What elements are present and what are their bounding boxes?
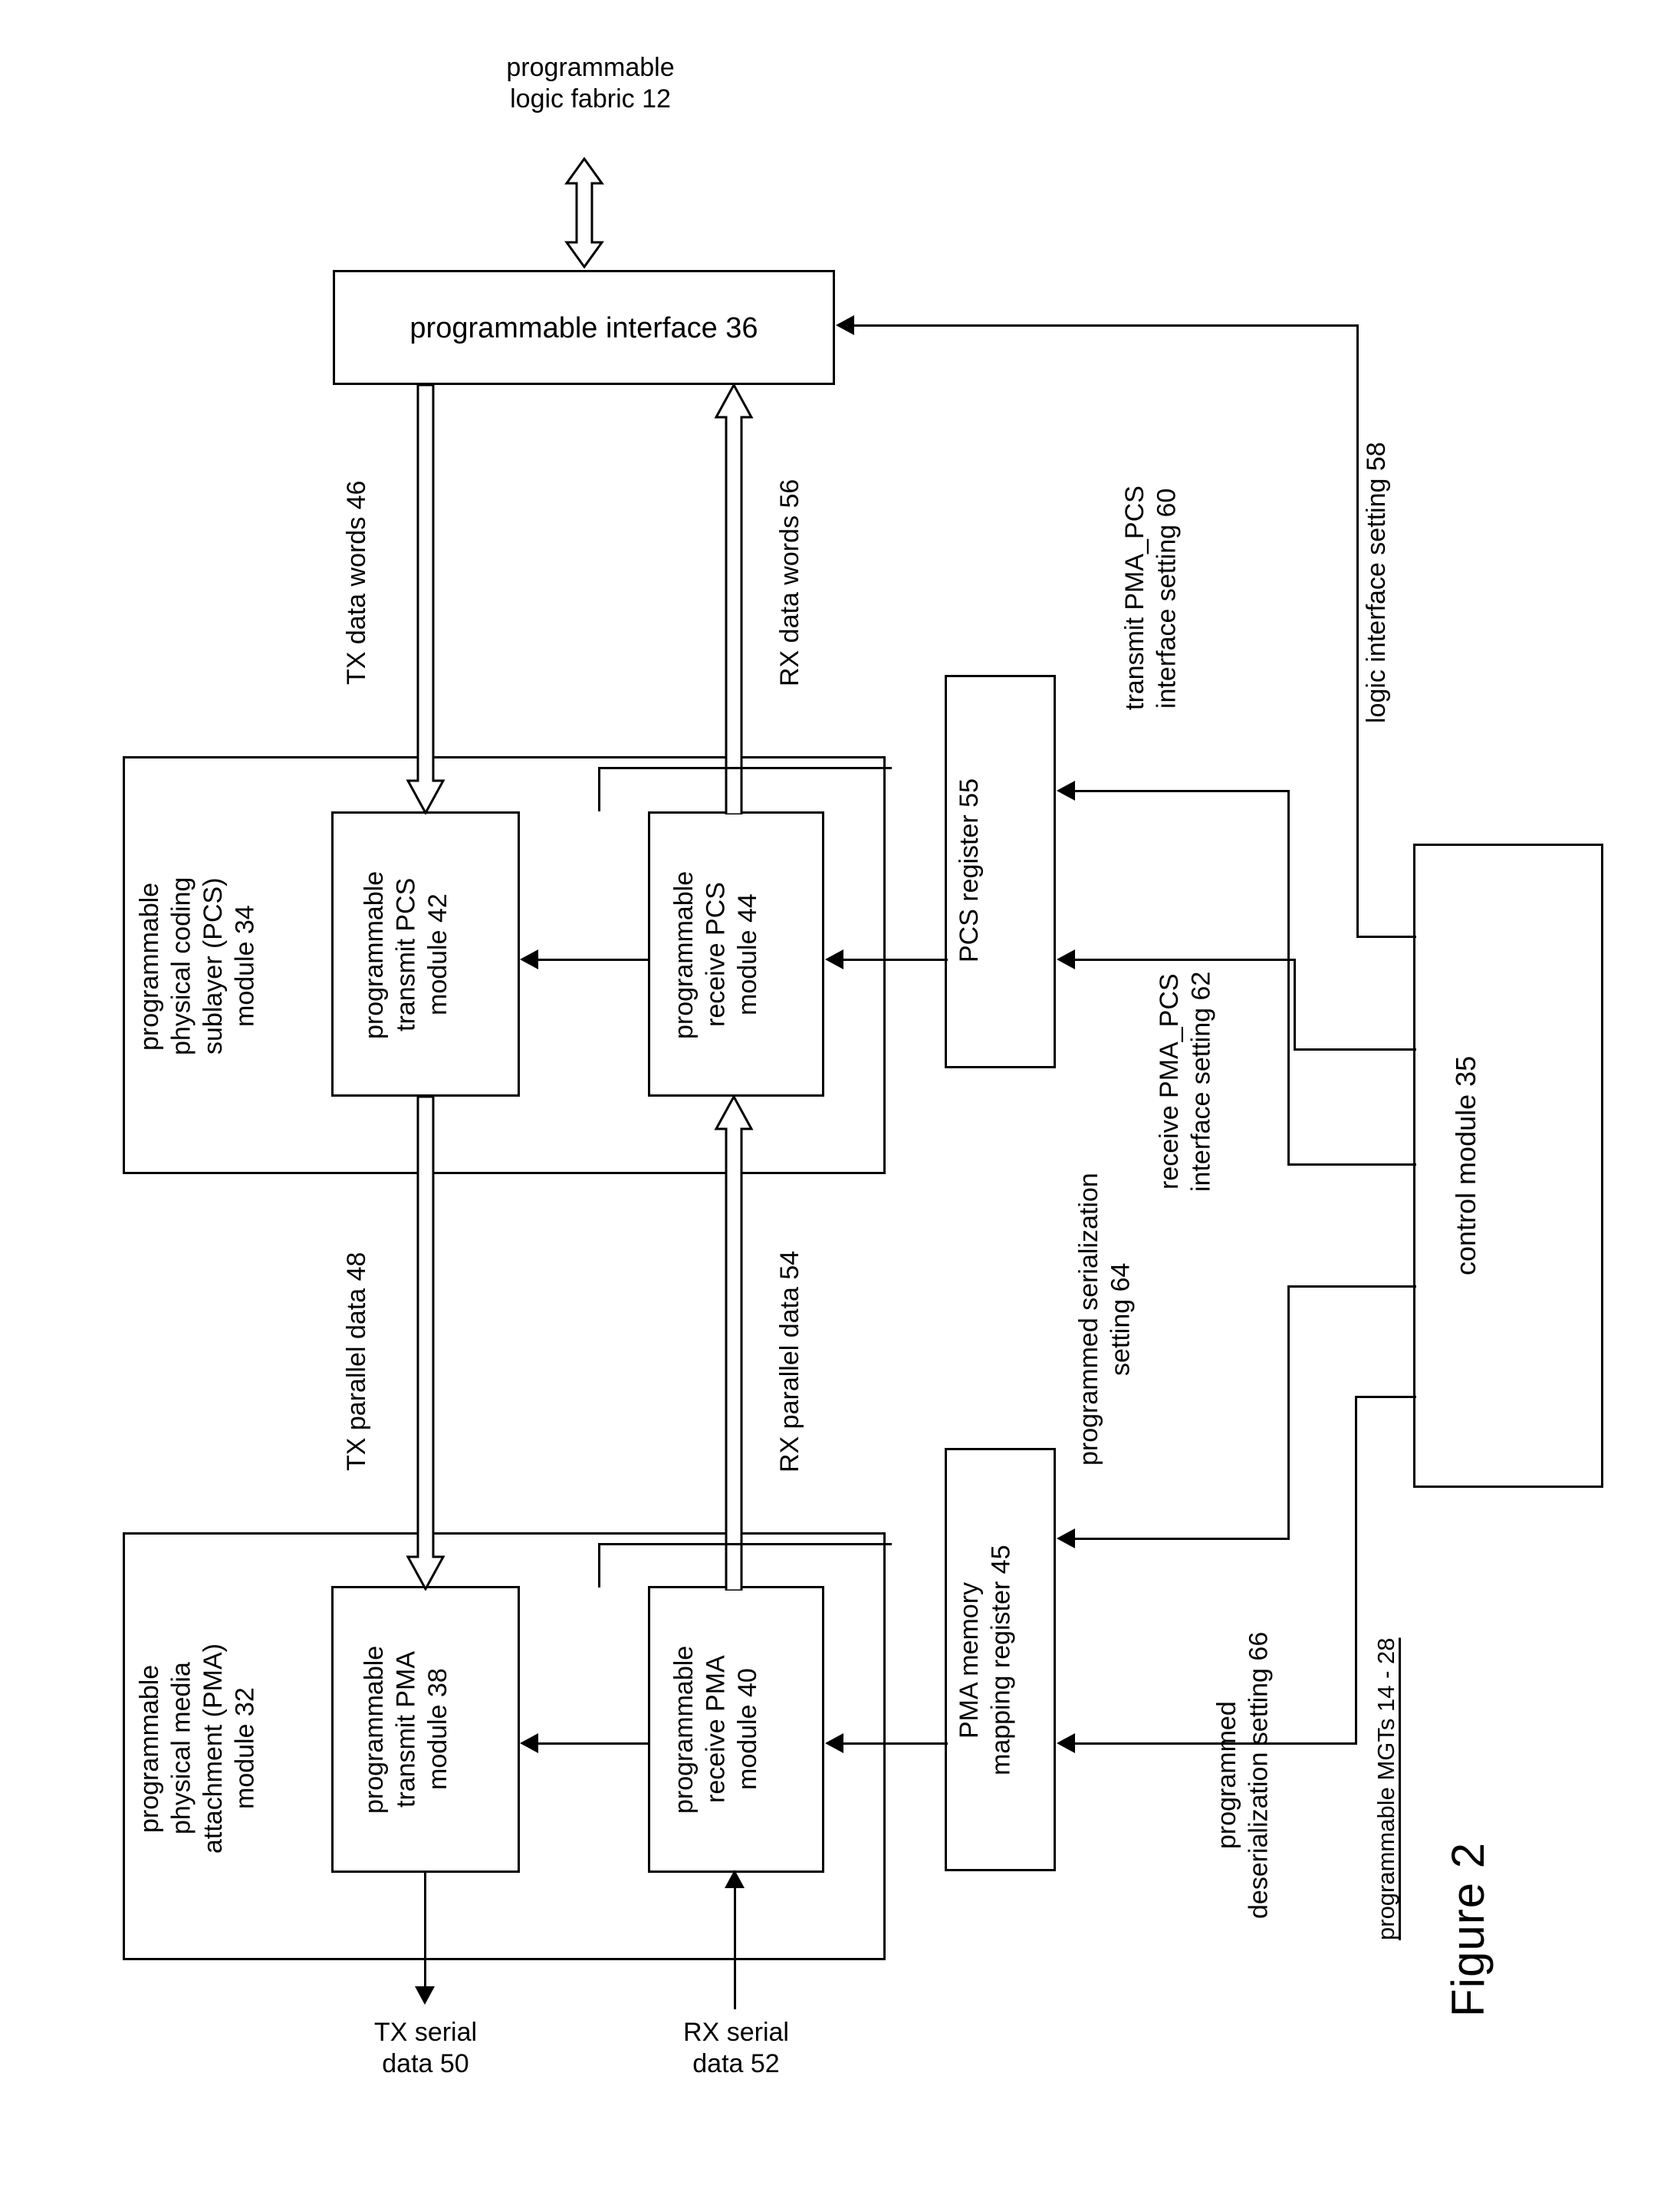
line-ctrl-to-pcsreg-rx-h2	[1294, 1048, 1416, 1051]
label-pcs-register: PCS register 55	[955, 778, 984, 962]
label-transmit-pma-pcs-setting: transmit PMA_PCS interface setting 60	[1120, 485, 1182, 711]
line-pmareg-group-v	[889, 1543, 892, 1545]
line-pmareg-to-rxpma	[842, 1742, 948, 1745]
figure-subcaption: programmable MGTs 14 - 28	[1373, 1637, 1399, 1940]
label-pcs-module-group: programmable physical coding sublayer (P…	[135, 877, 260, 1056]
line-ctrl-to-pcsreg-rx-v	[1294, 959, 1296, 1051]
arrowhead-rxpcs-to-txpcs	[520, 949, 538, 969]
label-programmable-interface: programmable interface 36	[409, 312, 758, 344]
line-ctrl-to-interface-h2	[1356, 936, 1416, 938]
line-pcsreg-group-v2	[598, 767, 600, 811]
arrowhead-ctrl-to-interface	[836, 315, 854, 335]
line-ctrl-to-pmareg-de-v	[1355, 1396, 1357, 1745]
arrowhead-pmareg-to-rxpma	[825, 1733, 843, 1753]
line-ctrl-to-interface-v	[1356, 324, 1359, 938]
line-ctrl-to-pcsreg-tx	[1073, 790, 1290, 792]
arrow-tx-data-words	[406, 385, 445, 814]
line-pcsreg-to-rxpcs	[842, 959, 948, 961]
line-tx-serial	[424, 1873, 426, 1995]
line-ctrl-to-pmareg-ser-h	[1073, 1538, 1290, 1540]
line-ctrl-to-pcsreg-tx-v	[1287, 790, 1290, 1166]
arrow-rx-parallel-data	[714, 1095, 754, 1591]
label-rx-data-words: RX data words 56	[775, 479, 804, 687]
label-tx-serial-data: TX serial data 50	[373, 2018, 478, 2079]
label-control-module: control module 35	[1450, 1055, 1481, 1276]
label-receive-pcs: programmable receive PCS module 44	[669, 870, 762, 1039]
line-pcsreg-group-v	[889, 767, 892, 769]
line-pmareg-group-h	[598, 1543, 889, 1545]
line-ctrl-to-pmareg-de-h2	[1355, 1396, 1416, 1398]
label-receive-pma: programmable receive PMA module 40	[669, 1645, 762, 1814]
arrowhead-pcsreg-to-rxpcs	[825, 949, 843, 969]
label-programmable-logic-fabric: programmable logic fabric 12	[506, 53, 675, 114]
arrow-fabric-interface	[564, 157, 604, 268]
label-programmed-deserialization: programmed deserialization setting 66	[1212, 1631, 1274, 1920]
line-rxpcs-to-txpcs	[537, 959, 650, 961]
label-pma-module-group: programmable physical media attachment (…	[135, 1643, 260, 1854]
arrowhead-ctrl-to-pmareg-ser	[1057, 1528, 1075, 1548]
label-pma-memory-register: PMA memory mapping register 45	[955, 1545, 1016, 1776]
line-pcsreg-group-h	[598, 767, 889, 769]
arrowhead-ctrl-to-pcsreg-rx	[1057, 949, 1075, 969]
arrowhead-ctrl-to-pmareg-de	[1057, 1733, 1075, 1753]
arrowhead-ctrl-to-pcsreg-tx	[1057, 781, 1075, 801]
line-rxpma-to-txpma	[537, 1742, 650, 1745]
label-receive-pma-pcs-setting: receive PMA_PCS interface setting 62	[1155, 971, 1216, 1192]
label-rx-serial-data: RX serial data 52	[683, 2018, 789, 2079]
line-rx-serial	[734, 1887, 736, 2009]
label-rx-parallel-data: RX parallel data 54	[775, 1250, 804, 1472]
arrowhead-tx-serial	[415, 1986, 435, 2005]
line-ctrl-to-pcsreg-tx-h2	[1287, 1163, 1416, 1166]
label-transmit-pcs: programmable transmit PCS module 42	[360, 870, 452, 1039]
label-programmed-serialization: programmed serialization setting 64	[1074, 1173, 1136, 1466]
line-ctrl-to-pmareg-ser-v	[1287, 1285, 1290, 1540]
arrowhead-rxpma-to-txpma	[520, 1733, 538, 1753]
label-logic-interface-setting: logic interface setting 58	[1362, 442, 1391, 724]
line-pmareg-group-v2	[598, 1543, 600, 1588]
label-tx-parallel-data: TX parallel data 48	[342, 1252, 371, 1471]
line-ctrl-to-pmareg-ser-h2	[1287, 1285, 1416, 1288]
line-ctrl-to-interface-h	[853, 324, 1359, 327]
arrow-rx-data-words	[714, 383, 754, 814]
label-transmit-pma: programmable transmit PMA module 38	[360, 1645, 452, 1814]
label-tx-data-words: TX data words 46	[342, 480, 371, 686]
arrowhead-rx-serial	[725, 1870, 745, 1888]
figure-caption: Figure 2	[1442, 1841, 1494, 2017]
figure-canvas: programmable logic fabric 12 programmabl…	[0, 0, 1680, 2211]
arrow-tx-parallel-data	[406, 1097, 445, 1591]
